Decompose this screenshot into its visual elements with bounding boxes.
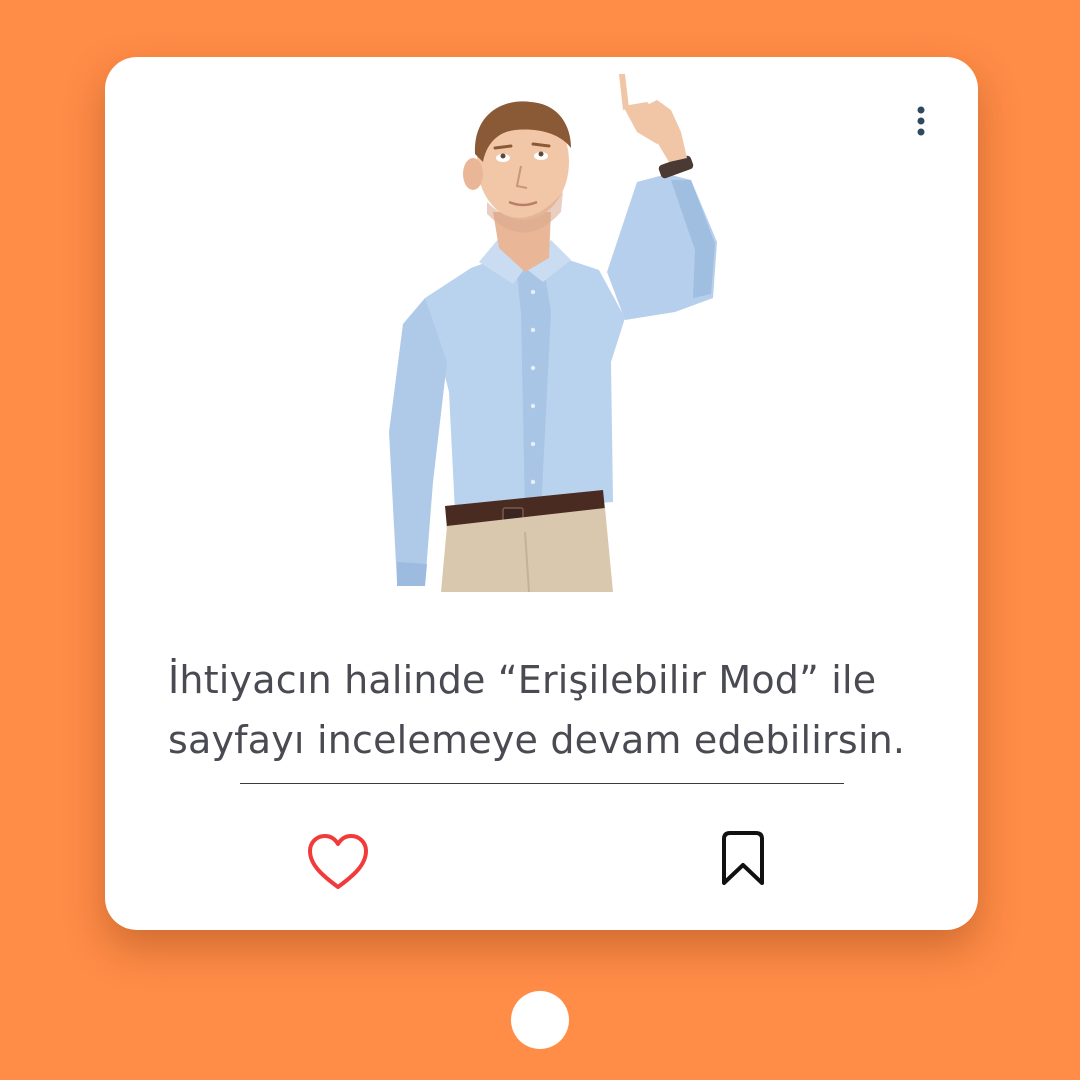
divider [240, 783, 844, 784]
man-pointing-up-illustration [389, 74, 717, 593]
bookmark-icon [722, 831, 764, 885]
caption-line-1: İhtiyacın halinde “Erişilebilir Mod” ile [168, 658, 877, 702]
caption-line-2: sayfayı incelemeye devam edebilirsin. [168, 718, 906, 762]
post-caption: İhtiyacın halinde “Erişilebilir Mod” ile… [168, 650, 928, 770]
like-button[interactable] [305, 832, 371, 894]
more-options-button[interactable] [901, 101, 941, 141]
post-card: İhtiyacın halinde “Erişilebilir Mod” ile… [105, 57, 978, 930]
post-image [375, 62, 755, 593]
more-vertical-icon [917, 106, 925, 136]
heart-icon [308, 834, 368, 889]
page-indicator-dot [511, 991, 569, 1049]
save-button[interactable] [716, 829, 770, 889]
